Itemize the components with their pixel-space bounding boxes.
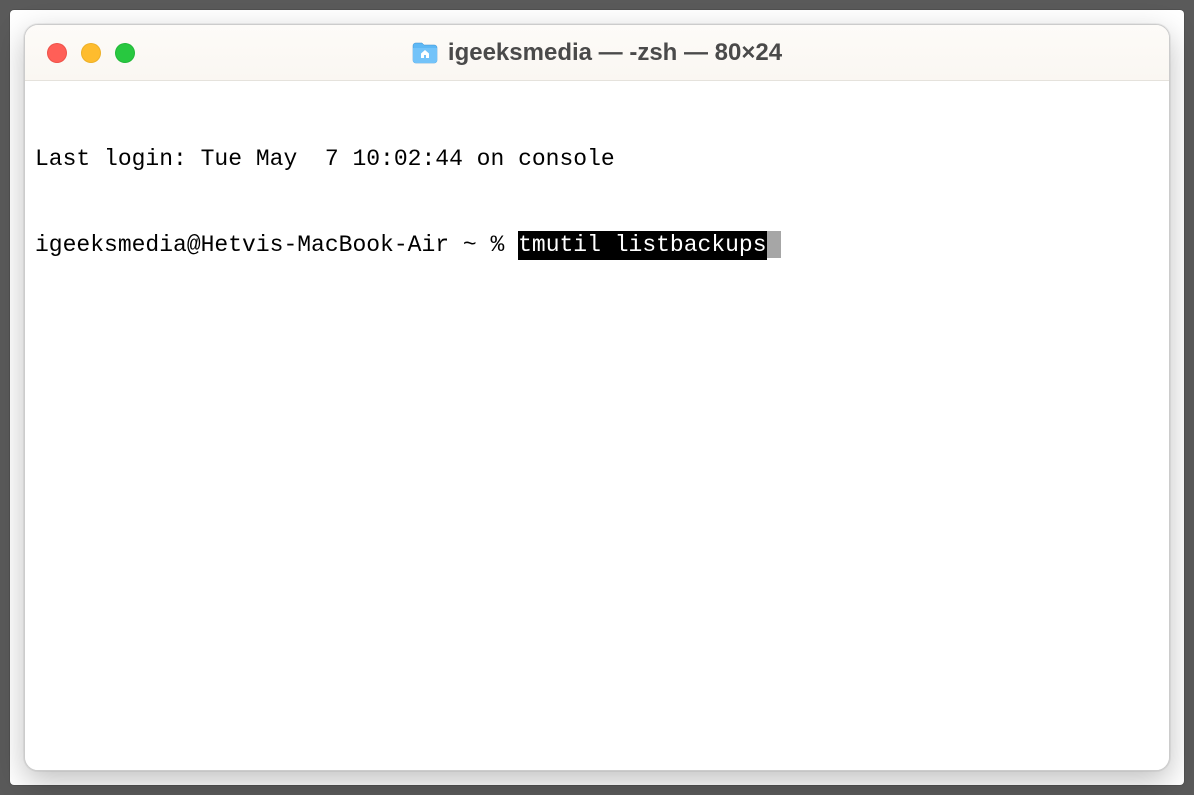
window-title-wrap: igeeksmedia — -zsh — 80×24 [412,39,782,67]
maximize-button[interactable] [115,43,135,63]
window-title: igeeksmedia — -zsh — 80×24 [448,39,782,67]
window-titlebar[interactable]: igeeksmedia — -zsh — 80×24 [25,25,1169,81]
prompt-line: igeeksmedia@Hetvis-MacBook-Air ~ % tmuti… [35,231,1159,260]
minimize-button[interactable] [81,43,101,63]
window-outer-frame: igeeksmedia — -zsh — 80×24 Last login: T… [10,10,1184,785]
terminal-content[interactable]: Last login: Tue May 7 10:02:44 on consol… [25,81,1169,770]
last-login-line: Last login: Tue May 7 10:02:44 on consol… [35,145,1159,174]
cursor [767,231,781,258]
terminal-window: igeeksmedia — -zsh — 80×24 Last login: T… [24,24,1170,771]
command-text: tmutil listbackups [518,231,766,260]
traffic-lights [25,43,135,63]
home-folder-icon [412,42,438,64]
shell-prompt: igeeksmedia@Hetvis-MacBook-Air ~ % [35,231,518,260]
close-button[interactable] [47,43,67,63]
